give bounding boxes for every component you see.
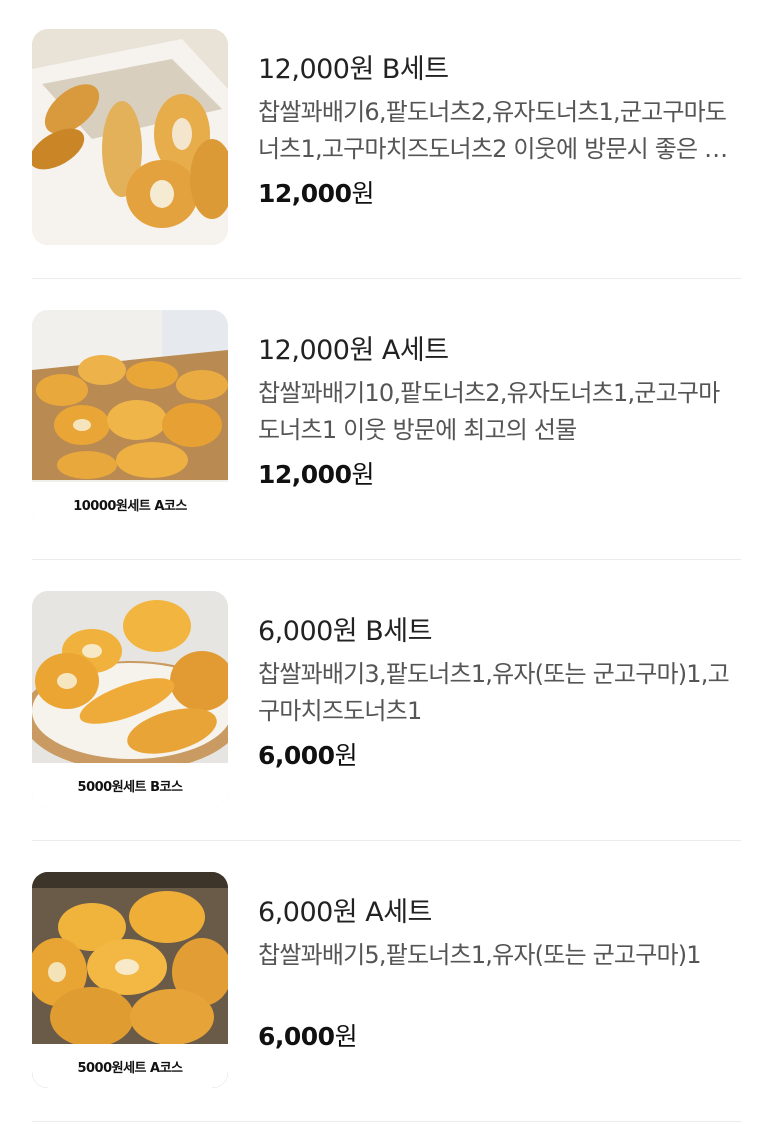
divider: [32, 559, 741, 560]
product-list: 12,000원 B세트 찹쌀꽈배기6,팥도너츠2,유자도너츠1,군고구마도너츠1…: [0, 0, 773, 1124]
product-info: 6,000원 A세트 찹쌀꽈배기5,팥도너츠1,유자(또는 군고구마)1 6,0…: [258, 895, 737, 1053]
product-price: 6,000원: [258, 1021, 737, 1053]
price-unit: 원: [334, 741, 358, 770]
product-item[interactable]: 5000원세트 B코스 6,000원 B세트 찹쌀꽈배기3,팥도너츠1,유자(또…: [0, 562, 773, 843]
price-unit: 원: [334, 1022, 358, 1051]
product-title: 12,000원 A세트: [258, 335, 449, 366]
product-description: 찹쌀꽈배기3,팥도너츠1,유자(또는 군고구마)1,고구마치즈도너츠1: [258, 660, 730, 725]
thumbnail-caption: 5000원세트 A코스: [32, 1044, 228, 1088]
price-value: 6,000: [258, 741, 335, 770]
price-value: 12,000: [258, 179, 352, 208]
product-item[interactable]: 12,000원 B세트 찹쌀꽈배기6,팥도너츠2,유자도너츠1,군고구마도너츠1…: [0, 0, 773, 281]
price-unit: 원: [351, 460, 374, 489]
divider: [32, 1121, 741, 1122]
product-item[interactable]: 10000원세트 A코스 12,000원 A세트 찹쌀꽈배기10,팥도너츠2,유…: [0, 281, 773, 562]
divider: [32, 840, 741, 841]
product-thumbnail[interactable]: 10000원세트 A코스: [32, 310, 228, 526]
thumbnail-caption: 5000원세트 B코스: [32, 763, 228, 807]
product-title: 12,000원 B세트: [258, 54, 449, 85]
product-thumbnail[interactable]: 5000원세트 A코스: [32, 872, 228, 1088]
product-info: 12,000원 A세트 찹쌀꽈배기10,팥도너츠2,유자도너츠1,군고구마도너츠…: [258, 333, 737, 491]
donut-box-image: [32, 29, 228, 245]
product-description: 찹쌀꽈배기5,팥도너츠1,유자(또는 군고구마)1: [258, 941, 702, 969]
price-value: 12,000: [258, 460, 352, 489]
product-info: 6,000원 B세트 찹쌀꽈배기3,팥도너츠1,유자(또는 군고구마)1,고구마…: [258, 614, 737, 772]
product-title: 6,000원 B세트: [258, 616, 432, 647]
product-thumbnail[interactable]: [32, 29, 228, 245]
product-price: 12,000원: [258, 459, 737, 491]
thumbnail-caption: 10000원세트 A코스: [32, 482, 228, 526]
price-value: 6,000: [258, 1022, 335, 1051]
product-title: 6,000원 A세트: [258, 897, 432, 928]
product-price: 12,000원: [258, 178, 737, 210]
product-info: 12,000원 B세트 찹쌀꽈배기6,팥도너츠2,유자도너츠1,군고구마도너츠1…: [258, 52, 737, 210]
product-description: 찹쌀꽈배기10,팥도너츠2,유자도너츠1,군고구마도너츠1 이웃 방문에 최고의…: [258, 379, 720, 444]
product-description: 찹쌀꽈배기6,팥도너츠2,유자도너츠1,군고구마도너츠1,고구마치즈도너츠2 이…: [258, 98, 727, 163]
price-unit: 원: [351, 179, 374, 208]
product-item[interactable]: 5000원세트 A코스 6,000원 A세트 찹쌀꽈배기5,팥도너츠1,유자(또…: [0, 843, 773, 1124]
product-thumbnail[interactable]: 5000원세트 B코스: [32, 591, 228, 807]
product-price: 6,000원: [258, 740, 737, 772]
divider: [32, 278, 741, 279]
